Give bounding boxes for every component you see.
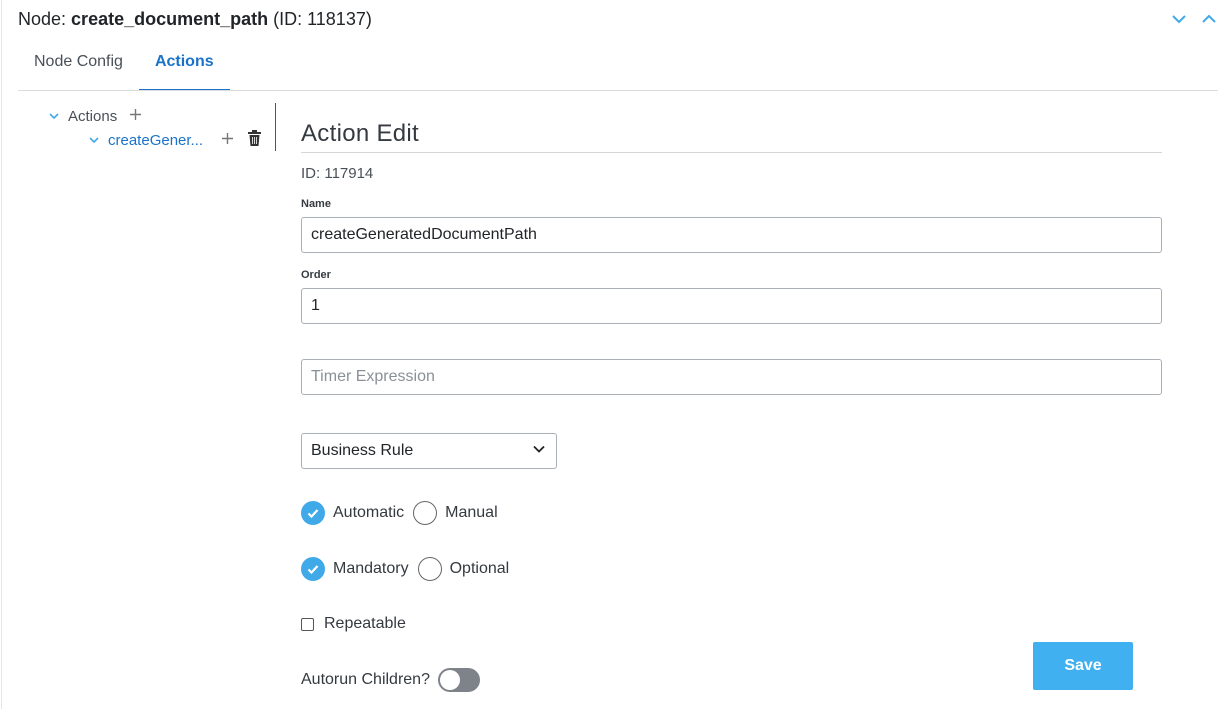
action-type-value: Business Rule [311,442,414,459]
tree-root-label[interactable]: Actions [68,108,117,125]
automatic-label: Automatic [333,504,405,521]
node-name: create_document_path [71,9,269,29]
header-controls [1170,10,1218,28]
panel-border [1,0,2,709]
autorun-row: Autorun Children? [301,668,480,692]
node-header-prefix: Node: [18,9,72,29]
add-action-icon[interactable] [129,108,142,125]
tab-node-config[interactable]: Node Config [18,44,139,91]
mode-radio-group: Automatic Manual [301,501,507,525]
tree-item-label[interactable]: createGener... [108,132,203,149]
chevron-down-icon[interactable] [1170,10,1188,28]
manual-label: Manual [445,504,498,521]
tree-root: Actions [48,104,142,128]
chevron-up-icon[interactable] [1200,10,1218,28]
action-type-select[interactable]: Business Rule [301,433,557,469]
action-edit-form: Action Edit ID: 117914 Name Order [301,120,1162,395]
manual-radio[interactable] [413,501,438,525]
repeatable-label: Repeatable [324,615,406,632]
tab-divider [18,90,1218,91]
repeatable-checkbox[interactable] [301,617,314,631]
action-id: ID: 117914 [301,165,374,182]
automatic-radio[interactable] [301,501,325,525]
form-title: Action Edit [301,120,1162,153]
tree-divider [275,103,276,151]
optional-radio[interactable] [417,557,442,581]
name-input[interactable] [301,217,1162,253]
tab-actions[interactable]: Actions [138,44,230,91]
chevron-down-icon [532,442,546,461]
tree-item-action: createGener... [88,128,262,152]
name-label: Name [301,198,331,210]
chevron-down-icon[interactable] [48,110,62,122]
requirement-radio-group: Mandatory Optional [301,557,518,581]
actions-tree: Actions createGener... [48,104,262,149]
mandatory-radio[interactable] [301,557,325,581]
order-input[interactable] [301,288,1162,324]
order-label: Order [301,269,331,281]
optional-label: Optional [449,560,510,577]
repeatable-row: Repeatable [301,615,406,633]
add-child-icon[interactable] [221,132,234,149]
autorun-toggle[interactable] [437,668,480,692]
chevron-down-icon[interactable] [88,134,102,146]
node-header: Node: create_document_path (ID: 118137) [18,9,372,30]
autorun-label: Autorun Children? [301,671,430,688]
node-id: (ID: 118137) [268,9,372,29]
timer-expression-input[interactable] [301,359,1162,395]
trash-icon[interactable] [248,130,262,150]
save-button[interactable]: Save [1033,642,1133,690]
mandatory-label: Mandatory [333,560,409,577]
tab-bar: Node Config Actions [18,44,230,91]
toggle-knob [439,670,460,690]
